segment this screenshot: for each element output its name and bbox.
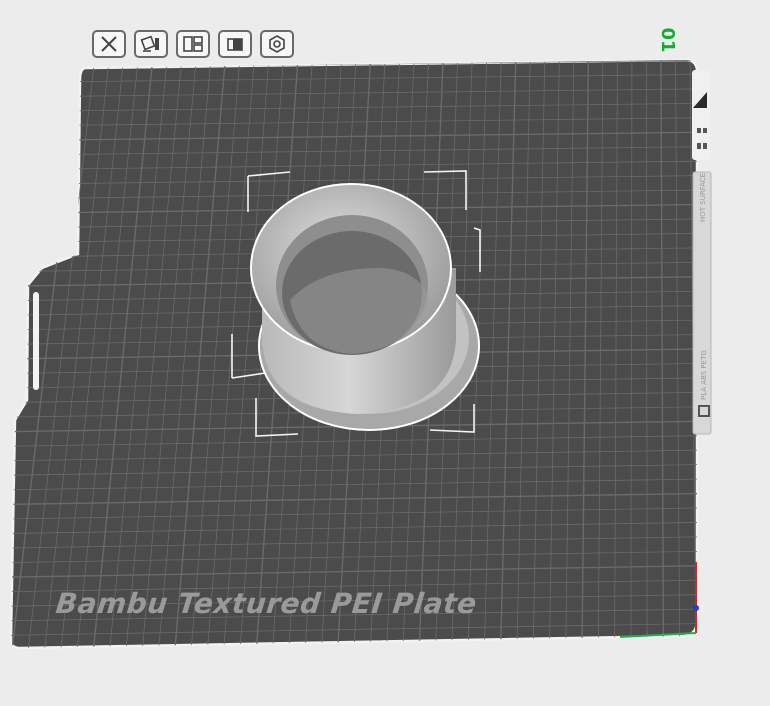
plate-index-label: 01	[657, 27, 678, 53]
delete-plate-button[interactable]	[92, 30, 126, 58]
close-icon	[101, 36, 117, 52]
axis-origin	[693, 605, 699, 611]
lock-icon	[227, 38, 243, 51]
orient-icon	[140, 35, 159, 52]
arrange-icon	[183, 36, 203, 52]
settings-icon	[269, 35, 285, 53]
plate-settings-button[interactable]	[260, 30, 294, 58]
plate-handle-slot	[33, 292, 39, 390]
plate-type-label: Bambu Textured PEI Plate	[54, 587, 479, 620]
side-text-filaments: PLA ABS PETG	[700, 350, 708, 400]
auto-orient-button[interactable]	[134, 30, 168, 58]
plate-toolbar	[92, 30, 294, 62]
3d-viewport[interactable]: 01 HOT SURFACE PLA ABS PETG Bambu Textur…	[0, 0, 770, 706]
lock-plate-button[interactable]	[218, 30, 252, 58]
arrange-button[interactable]	[176, 30, 210, 58]
side-text-top: HOT SURFACE	[699, 172, 707, 222]
